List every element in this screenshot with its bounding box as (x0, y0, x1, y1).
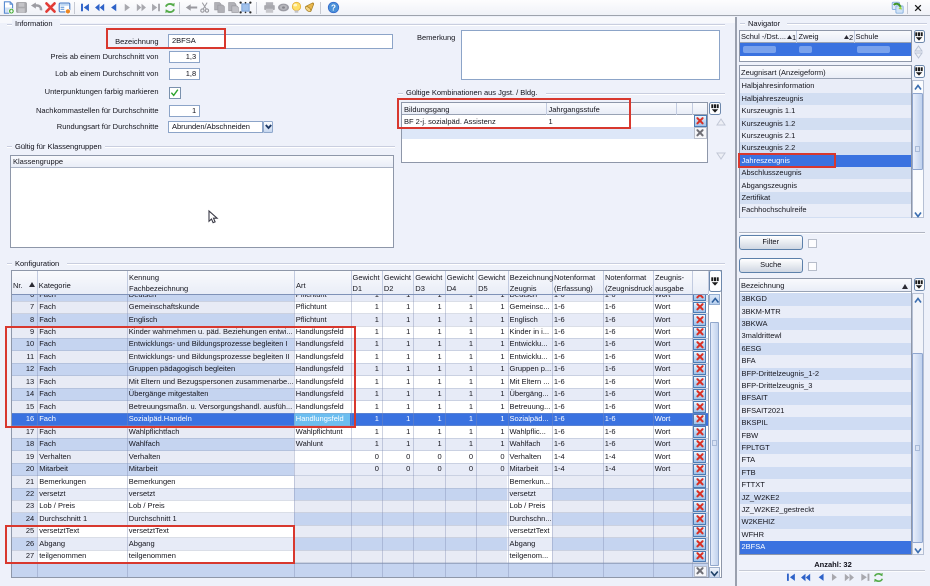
svg-text:?: ? (331, 4, 336, 13)
